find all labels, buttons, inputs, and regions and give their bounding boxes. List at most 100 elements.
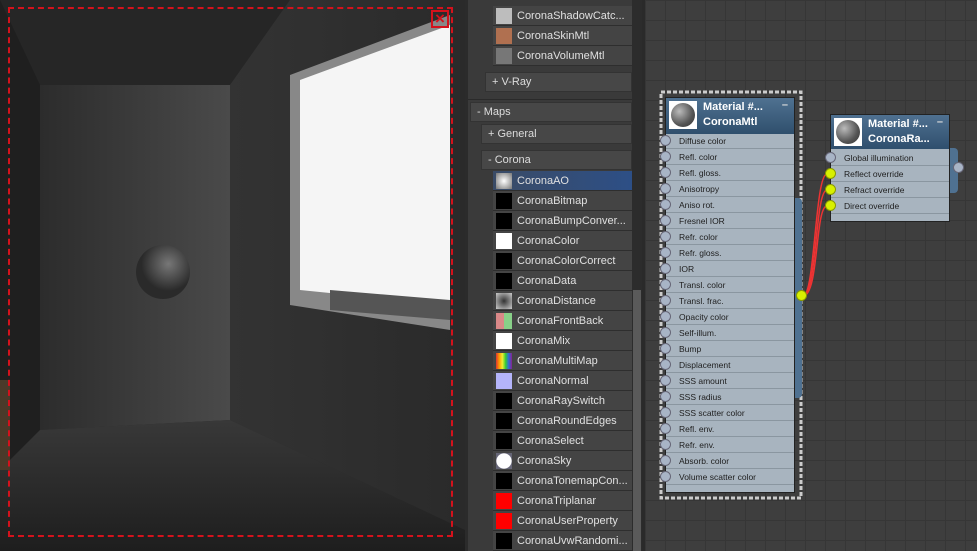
slot[interactable]: Bump (660, 341, 794, 357)
scrollbar-thumb[interactable] (633, 290, 641, 551)
slot-label: Opacity color (679, 312, 729, 322)
slot-label: Diffuse color (679, 136, 727, 146)
node-header[interactable]: Material #... CoronaMtl – (666, 98, 794, 134)
list-item[interactable]: CoronaUserProperty (493, 511, 632, 531)
input-socket[interactable] (660, 391, 671, 402)
slot-label: Refract override (844, 185, 905, 195)
list-item[interactable]: CoronaSkinMtl (493, 26, 632, 46)
list-item[interactable]: CoronaMultiMap (493, 351, 632, 371)
list-item[interactable]: CoronaUvwRandomi... (493, 531, 632, 551)
input-socket[interactable] (660, 407, 671, 418)
input-socket[interactable] (825, 184, 836, 195)
slot[interactable]: Refr. color (660, 229, 794, 245)
list-item[interactable]: CoronaTonemapCon... (493, 471, 632, 491)
input-socket[interactable] (825, 152, 836, 163)
slot[interactable]: Fresnel IOR (660, 213, 794, 229)
input-socket[interactable] (660, 183, 671, 194)
slot[interactable]: Self-illum. (660, 325, 794, 341)
input-socket[interactable] (660, 311, 671, 322)
input-socket[interactable] (660, 359, 671, 370)
list-item[interactable]: CoronaFrontBack (493, 311, 632, 331)
slot[interactable]: Diffuse color (660, 133, 794, 149)
node-header[interactable]: Material #... CoronaRa... – (831, 115, 949, 149)
input-socket[interactable] (660, 135, 671, 146)
render-viewport[interactable]: × (0, 0, 465, 551)
list-item[interactable]: CoronaColorCorrect (493, 251, 632, 271)
minimize-icon[interactable]: – (937, 115, 943, 130)
slot[interactable]: Opacity color (660, 309, 794, 325)
list-item[interactable]: CoronaTriplanar (493, 491, 632, 511)
input-socket[interactable] (825, 168, 836, 179)
list-item[interactable]: CoronaColor (493, 231, 632, 251)
list-item[interactable]: CoronaData (493, 271, 632, 291)
scrollbar[interactable] (632, 0, 642, 551)
input-socket[interactable] (660, 455, 671, 466)
group-maps[interactable]: - Maps (470, 102, 632, 122)
slot[interactable]: SSS scatter color (660, 405, 794, 421)
slot[interactable]: Anisotropy (660, 181, 794, 197)
output-socket[interactable] (953, 162, 964, 173)
list-item[interactable]: CoronaMix (493, 331, 632, 351)
slot[interactable]: Refl. gloss. (660, 165, 794, 181)
group-vray[interactable]: + V-Ray (485, 72, 632, 92)
slot-label: Displacement (679, 360, 731, 370)
input-socket[interactable] (660, 215, 671, 226)
group-corona[interactable]: - Corona (481, 150, 632, 170)
list-item[interactable]: CoronaBumpConver... (493, 211, 632, 231)
slot[interactable]: Global illumination (825, 150, 949, 166)
input-socket[interactable] (825, 200, 836, 211)
list-item[interactable]: CoronaShadowCatc... (493, 6, 632, 26)
list-item[interactable]: CoronaVolumeMtl (493, 46, 632, 66)
list-item[interactable]: CoronaBitmap (493, 191, 632, 211)
render-region-frame[interactable] (8, 7, 453, 537)
input-socket[interactable] (660, 423, 671, 434)
node-coronamtl[interactable]: Material #... CoronaMtl – Diffuse color Refl… (660, 97, 795, 493)
slot[interactable]: Transl. frac. (660, 293, 794, 309)
swatch-icon (496, 473, 512, 489)
input-socket[interactable] (660, 439, 671, 450)
list-item[interactable]: CoronaRaySwitch (493, 391, 632, 411)
slot[interactable]: Refr. gloss. (660, 245, 794, 261)
input-socket[interactable] (660, 375, 671, 386)
list-item[interactable]: CoronaNormal (493, 371, 632, 391)
node-coronaraysw[interactable]: Material #... CoronaRa... – Global illumina… (825, 114, 950, 222)
input-socket[interactable] (660, 247, 671, 258)
slot-label: Transl. frac. (679, 296, 724, 306)
slot[interactable]: Absorb. color (660, 453, 794, 469)
slot[interactable]: Transl. color (660, 277, 794, 293)
slot[interactable]: Displacement (660, 357, 794, 373)
minimize-icon[interactable]: – (782, 98, 788, 113)
slot[interactable]: Reflect override (825, 166, 949, 182)
input-socket[interactable] (660, 295, 671, 306)
slot[interactable]: SSS radius (660, 389, 794, 405)
group-general[interactable]: + General (481, 124, 632, 144)
input-socket[interactable] (660, 231, 671, 242)
slot[interactable]: Aniso rot. (660, 197, 794, 213)
list-item[interactable]: CoronaSky (493, 451, 632, 471)
input-socket[interactable] (660, 199, 671, 210)
list-item[interactable]: CoronaAO (493, 171, 632, 191)
slot-label: Aniso rot. (679, 200, 715, 210)
slot[interactable]: SSS amount (660, 373, 794, 389)
list-item[interactable]: CoronaSelect (493, 431, 632, 451)
list-item[interactable]: CoronaRoundEdges (493, 411, 632, 431)
input-socket[interactable] (660, 279, 671, 290)
output-socket[interactable] (796, 290, 807, 301)
list-item[interactable]: CoronaDistance (493, 291, 632, 311)
slot-label: Direct override (844, 201, 900, 211)
slot[interactable]: Refract override (825, 182, 949, 198)
slot[interactable]: Direct override (825, 198, 949, 214)
slot[interactable]: Refr. env. (660, 437, 794, 453)
slot[interactable]: Volume scatter color (660, 469, 794, 485)
slate-node-editor[interactable]: Material #... CoronaMtl – Diffuse color Refl… (645, 0, 977, 551)
slot[interactable]: Refl. color (660, 149, 794, 165)
input-socket[interactable] (660, 263, 671, 274)
slot[interactable]: Refl. env. (660, 421, 794, 437)
input-socket[interactable] (660, 327, 671, 338)
input-socket[interactable] (660, 343, 671, 354)
input-socket[interactable] (660, 167, 671, 178)
input-socket[interactable] (660, 471, 671, 482)
input-socket[interactable] (660, 151, 671, 162)
slot[interactable]: IOR (660, 261, 794, 277)
close-region-icon[interactable]: × (431, 10, 449, 28)
